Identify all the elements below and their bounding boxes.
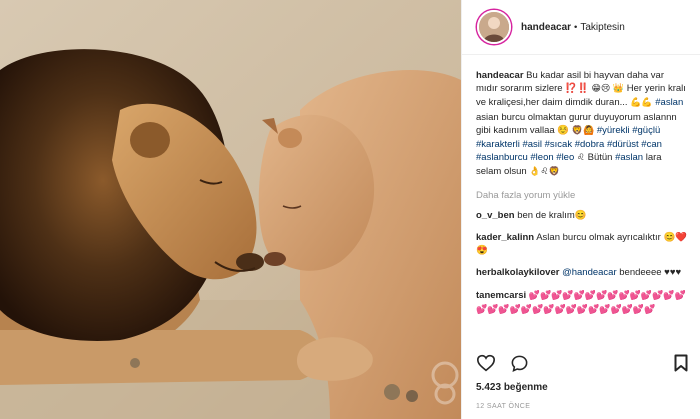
comments-section: handeacar Bu kadar asil bi hayvan daha v… <box>462 55 700 317</box>
comment-username[interactable]: o_v_ben <box>476 210 515 221</box>
comment-username[interactable]: tanemcarsi <box>476 290 526 301</box>
comment-text: ben de kralım😊 <box>517 209 587 221</box>
post-side-panel: handeacar • Takiptesin handeacar Bu kada… <box>461 0 700 419</box>
instagram-post: handeacar • Takiptesin handeacar Bu kada… <box>0 0 700 419</box>
watermark-icon <box>431 361 459 405</box>
emoji-leo: ♌ <box>576 153 585 164</box>
comment-text: bendeeee ♥♥♥ <box>619 267 682 279</box>
post-photo[interactable] <box>0 0 461 419</box>
caption: handeacar Bu kadar asil bi hayvan daha v… <box>476 69 688 180</box>
emoji-hand: 👌♌🦁 <box>529 167 560 178</box>
load-more-comments[interactable]: Daha fazla yorum yükle <box>476 189 688 202</box>
mention-link[interactable]: @handeacar <box>562 267 617 278</box>
emoji-lion: 🦁🙆 <box>571 125 595 136</box>
separator-dot: • <box>574 21 578 33</box>
follow-status[interactable]: Takiptesin <box>580 22 624 33</box>
comment-icon[interactable] <box>510 354 529 373</box>
likes-label: beğenme <box>503 382 548 393</box>
caption-username[interactable]: handeacar <box>476 70 524 81</box>
comment-item: kader_kalinn Aslan burcu olmak ayrıcalık… <box>476 231 688 257</box>
emoji-crown: 👑 <box>612 84 625 95</box>
hashtag-link[interactable]: #aslan <box>615 152 643 163</box>
likes-count[interactable]: 5.423 beğenme <box>476 382 548 393</box>
username-link[interactable]: handeacar <box>521 22 571 33</box>
comment-username[interactable]: kader_kalinn <box>476 232 534 243</box>
emoji-face: 😁😢 <box>591 84 611 95</box>
emoji-flex: 💪💪 <box>630 98 653 109</box>
bookmark-icon[interactable] <box>674 354 688 372</box>
likes-number: 5.423 <box>476 382 502 393</box>
post-actions <box>476 354 529 373</box>
post-header: handeacar • Takiptesin <box>462 0 700 55</box>
comment-username[interactable]: herbalkolaykilover <box>476 267 559 278</box>
comment-item: herbalkolaykilover @handeacar bendeeee ♥… <box>476 266 688 279</box>
caption-text: Bütün <box>587 152 613 164</box>
post-timestamp: 12 SAAT ÖNCE <box>476 403 531 410</box>
comment-item: o_v_ben ben de kralım😊 <box>476 209 688 222</box>
heart-icon[interactable] <box>476 354 496 372</box>
hashtag-link[interactable]: #aslan <box>655 97 683 108</box>
avatar[interactable] <box>477 10 511 44</box>
save-button[interactable] <box>674 354 688 375</box>
comment-item: tanemcarsi 💕💕💕💕💕💕💕💕💕💕💕💕💕💕💕💕💕💕💕💕💕💕💕💕💕💕💕💕💕… <box>476 289 688 317</box>
